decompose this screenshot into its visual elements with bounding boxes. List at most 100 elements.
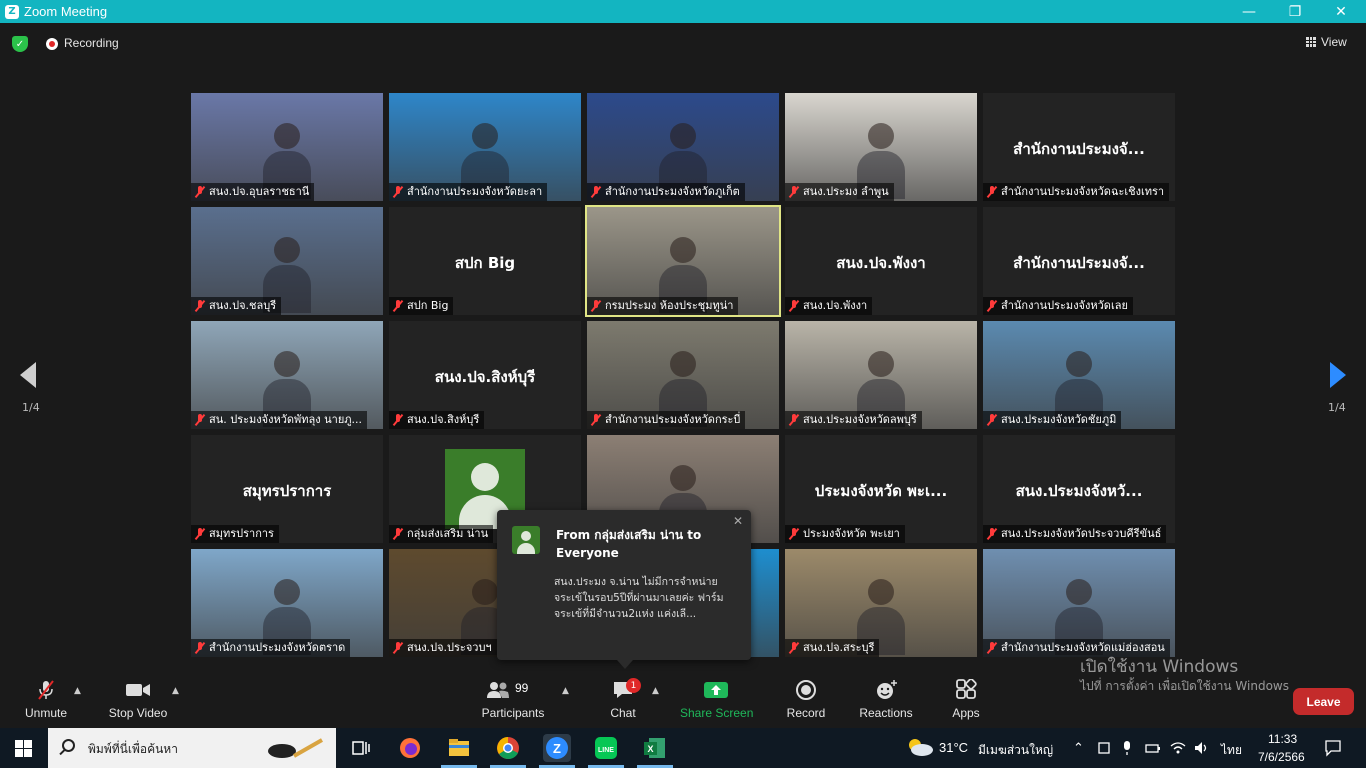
chat-label: Chat [610, 706, 636, 720]
chat-notification-popup[interactable]: From กลุ่มส่งเสริม น่าน to Everyone ✕ สน… [497, 510, 751, 669]
notification-center-icon[interactable] [1324, 739, 1342, 757]
participant-tile[interactable]: สนง.ปจ.อุบลราชธานี [191, 93, 383, 201]
meeting-topbar [0, 23, 1366, 63]
participant-tile[interactable]: กรมประมง ห้องประชุมทูน่า [585, 205, 781, 317]
svg-text:X: X [647, 744, 653, 754]
participant-tile[interactable]: สมุทรปราการ สมุทรปราการ [191, 435, 383, 543]
file-explorer-icon[interactable] [445, 734, 473, 762]
record-button[interactable]: Record [784, 679, 828, 720]
participant-name-label: สนง.ประมงจังหวัดลพบุรี [785, 411, 922, 429]
participants-caret-icon[interactable]: ▲ [562, 686, 569, 696]
windows-activation-watermark: เปิดใช้งาน Windows [1080, 657, 1239, 677]
hockey-doodle-icon [268, 738, 323, 758]
muted-mic-icon [195, 414, 205, 426]
participant-tile[interactable]: สนง.ประมงจังหวัดชัยภูมิ [983, 321, 1175, 429]
wifi-icon[interactable] [1169, 740, 1187, 756]
participant-name-label: สำนักงานประมงจังหวัดกระบี่ [587, 411, 746, 429]
chrome-icon[interactable] [494, 734, 522, 762]
audio-options-caret-icon[interactable]: ▲ [74, 686, 81, 696]
participant-tile[interactable]: สนง.ปจ.สิงห์บุรี สนง.ปจ.สิงห์บุรี [389, 321, 581, 429]
maximize-button[interactable]: ❐ [1272, 0, 1318, 23]
meet-now-icon[interactable] [1097, 740, 1111, 756]
participant-tile[interactable]: สำนักงานประมงจั... สำนักงานประมงจังหวัดเล… [983, 207, 1175, 315]
search-placeholder: พิมพ์ที่นี่เพื่อค้นหา [88, 742, 178, 756]
view-button[interactable]: View [1306, 35, 1347, 49]
window-title: Zoom Meeting [24, 4, 108, 19]
participant-display-name: ประมงจังหวัด พะเ... [814, 482, 948, 500]
muted-mic-icon [195, 642, 205, 654]
windows-start-icon[interactable] [15, 740, 32, 757]
firefox-icon[interactable] [396, 734, 424, 762]
weather-temperature[interactable]: 31°C [939, 740, 968, 755]
clock-date[interactable]: 7/6/2566 [1258, 750, 1305, 764]
participant-display-name: สมุทรปราการ [242, 482, 332, 500]
participant-display-name: สำนักงานประมงจั... [1013, 140, 1145, 158]
stop-video-button[interactable]: Stop Video [106, 679, 170, 720]
svg-text:Z: Z [553, 741, 561, 756]
participant-tile[interactable]: ประมงจังหวัด พะเ... ประมงจังหวัด พะเยา [785, 435, 977, 543]
muted-mic-icon [789, 528, 799, 540]
line-app-icon[interactable]: LINE [592, 734, 620, 762]
participant-tile[interactable]: สน. ประมงจังหวัดพัทลุง นายภู... [191, 321, 383, 429]
chat-caret-icon[interactable]: ▲ [652, 686, 659, 696]
record-label: Record [786, 706, 826, 720]
volume-icon[interactable] [1193, 740, 1211, 756]
share-screen-button[interactable]: Share Screen [680, 679, 753, 720]
participant-name-label: กลุ่มส่งเสริม น่าน [389, 525, 494, 543]
unmute-label: Unmute [24, 706, 68, 720]
participant-name-label: กรมประมง ห้องประชุมทูน่า [587, 297, 739, 315]
participant-tile[interactable]: สำนักงานประมงจังหวัดภูเก็ต [587, 93, 779, 201]
muted-mic-icon [393, 186, 403, 198]
chat-sender: From กลุ่มส่งเสริม น่าน to Everyone [556, 528, 702, 560]
recording-icon [46, 38, 58, 50]
muted-mic-icon [393, 528, 403, 540]
leave-button[interactable]: Leave [1293, 688, 1354, 715]
microphone-tray-icon[interactable] [1120, 740, 1134, 756]
close-popup-icon[interactable]: ✕ [733, 514, 743, 528]
unmute-button[interactable]: Unmute [20, 679, 72, 720]
recording-label[interactable]: Recording [64, 36, 119, 50]
security-shield-icon[interactable]: ✓ [12, 36, 28, 52]
previous-page-arrow-icon[interactable] [20, 362, 36, 388]
svg-text:LINE: LINE [598, 747, 614, 754]
participant-tile[interactable]: สนง.ปจ.พังงา สนง.ปจ.พังงา [785, 207, 977, 315]
participant-tile[interactable]: สำนักงานประมงจังหวัดกระบี่ [587, 321, 779, 429]
battery-icon[interactable] [1144, 740, 1162, 756]
participant-tile[interactable]: สนง.ปจ.ชลบุรี [191, 207, 383, 315]
participant-tile[interactable]: สำนักงานประมงจังหวัดแม่ฮ่องสอน [983, 549, 1175, 657]
participant-tile[interactable]: สนง.ประมง ลำพูน [785, 93, 977, 201]
muted-mic-icon [987, 186, 997, 198]
reactions-button[interactable]: Reactions [858, 679, 914, 720]
participant-display-name: สนง.ปจ.พังงา [836, 254, 926, 272]
video-options-caret-icon[interactable]: ▲ [172, 686, 179, 696]
task-view-icon[interactable] [347, 734, 375, 762]
excel-icon[interactable]: X [641, 734, 669, 762]
minimize-button[interactable]: — [1226, 0, 1272, 23]
participant-name-label: สนง.ปจ.สิงห์บุรี [389, 411, 485, 429]
participant-tile[interactable]: สำนักงานประมงจังหวัดตราด [191, 549, 383, 657]
zoom-logo-icon: Z [5, 4, 19, 19]
participant-tile[interactable]: สนง.ประมงจังหวัดลพบุรี [785, 321, 977, 429]
participant-tile[interactable]: สนง.ประมงจังหวั... สนง.ประมงจังหวัดประจวบ… [983, 435, 1175, 543]
muted-mic-icon [987, 642, 997, 654]
clock-time[interactable]: 11:33 [1268, 732, 1297, 746]
grid-view-icon [1306, 37, 1316, 47]
participant-tile[interactable]: สปก Big สปก Big [389, 207, 581, 315]
participant-display-name: สนง.ประมงจังหวั... [1015, 482, 1143, 500]
reactions-smiley-icon [877, 680, 897, 699]
participant-tile[interactable]: สำนักงานประมงจังหวัดยะลา [389, 93, 581, 201]
close-button[interactable]: ✕ [1318, 0, 1364, 23]
input-language[interactable]: ไทย [1221, 741, 1242, 760]
apps-button[interactable]: Apps [946, 679, 986, 720]
chat-message: สนง.ประมง จ.น่าน ไม่มีการจำหน่าย จระเข้ใ… [554, 576, 724, 620]
title-bar: Z Zoom Meeting [0, 0, 1366, 23]
taskbar-search-box[interactable]: พิมพ์ที่นี่เพื่อค้นหา [48, 728, 336, 768]
participant-tile[interactable]: สนง.ปจ.สระบุรี [785, 549, 977, 657]
apps-icon [956, 679, 977, 699]
weather-description[interactable]: มีเมฆส่วนใหญ่ [978, 741, 1053, 760]
participant-tile[interactable]: สำนักงานประมงจั... สำนักงานประมงจังหวัดฉะ… [983, 93, 1175, 201]
show-hidden-icons-chevron-icon[interactable]: ⌃ [1073, 740, 1084, 756]
zoom-taskbar-icon[interactable]: Z [543, 734, 571, 762]
next-page-arrow-icon[interactable] [1330, 362, 1346, 388]
participants-button[interactable]: 99 Participants [478, 679, 548, 720]
